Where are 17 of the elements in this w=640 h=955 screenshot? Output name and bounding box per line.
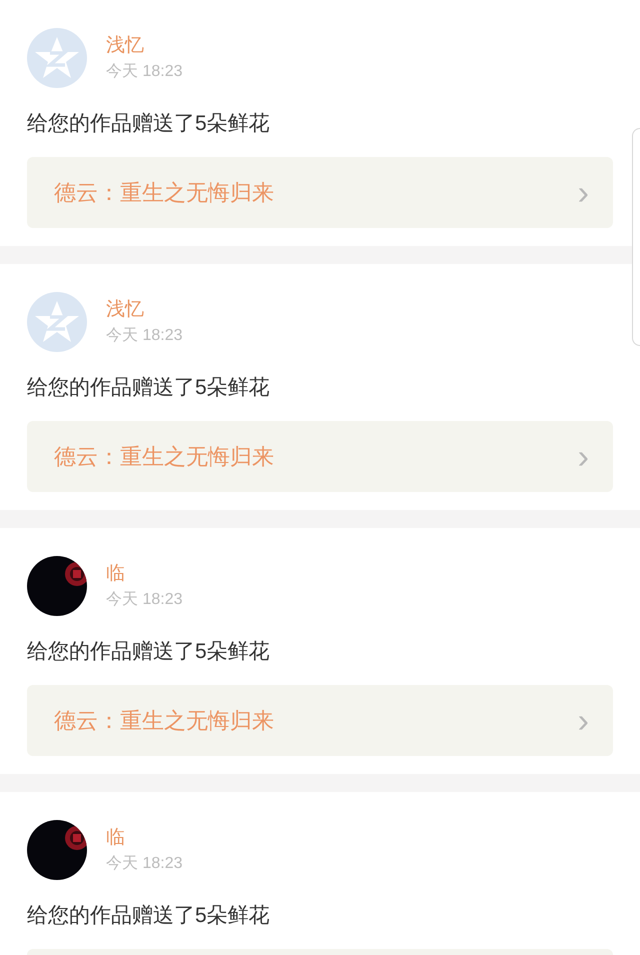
timestamp: 今天 18:23 [106,62,182,82]
timestamp: 今天 18:23 [106,326,182,346]
work-link[interactable]: 德云：重生之无悔归来 › [27,421,613,492]
gift-message: 给您的作品赠送了5朵鲜花 [27,111,271,137]
star-avatar-icon[interactable] [27,292,87,352]
timestamp: 今天 18:23 [106,590,182,610]
work-link[interactable]: 德云：重生之无悔归来 › [27,157,613,228]
gift-message: 给您的作品赠送了5朵鲜花 [27,903,271,929]
star-avatar-icon[interactable] [27,28,87,88]
gift-message: 给您的作品赠送了5朵鲜花 [27,639,271,665]
gift-message: 给您的作品赠送了5朵鲜花 [27,375,271,401]
timestamp: 今天 18:23 [106,854,182,874]
user-name[interactable]: 临 [106,826,182,850]
user-name[interactable]: 临 [106,562,182,586]
work-link[interactable]: 德云：重生之无悔归来 › [27,685,613,756]
user-name[interactable]: 浅忆 [106,298,182,322]
user-name[interactable]: 浅忆 [106,34,182,58]
